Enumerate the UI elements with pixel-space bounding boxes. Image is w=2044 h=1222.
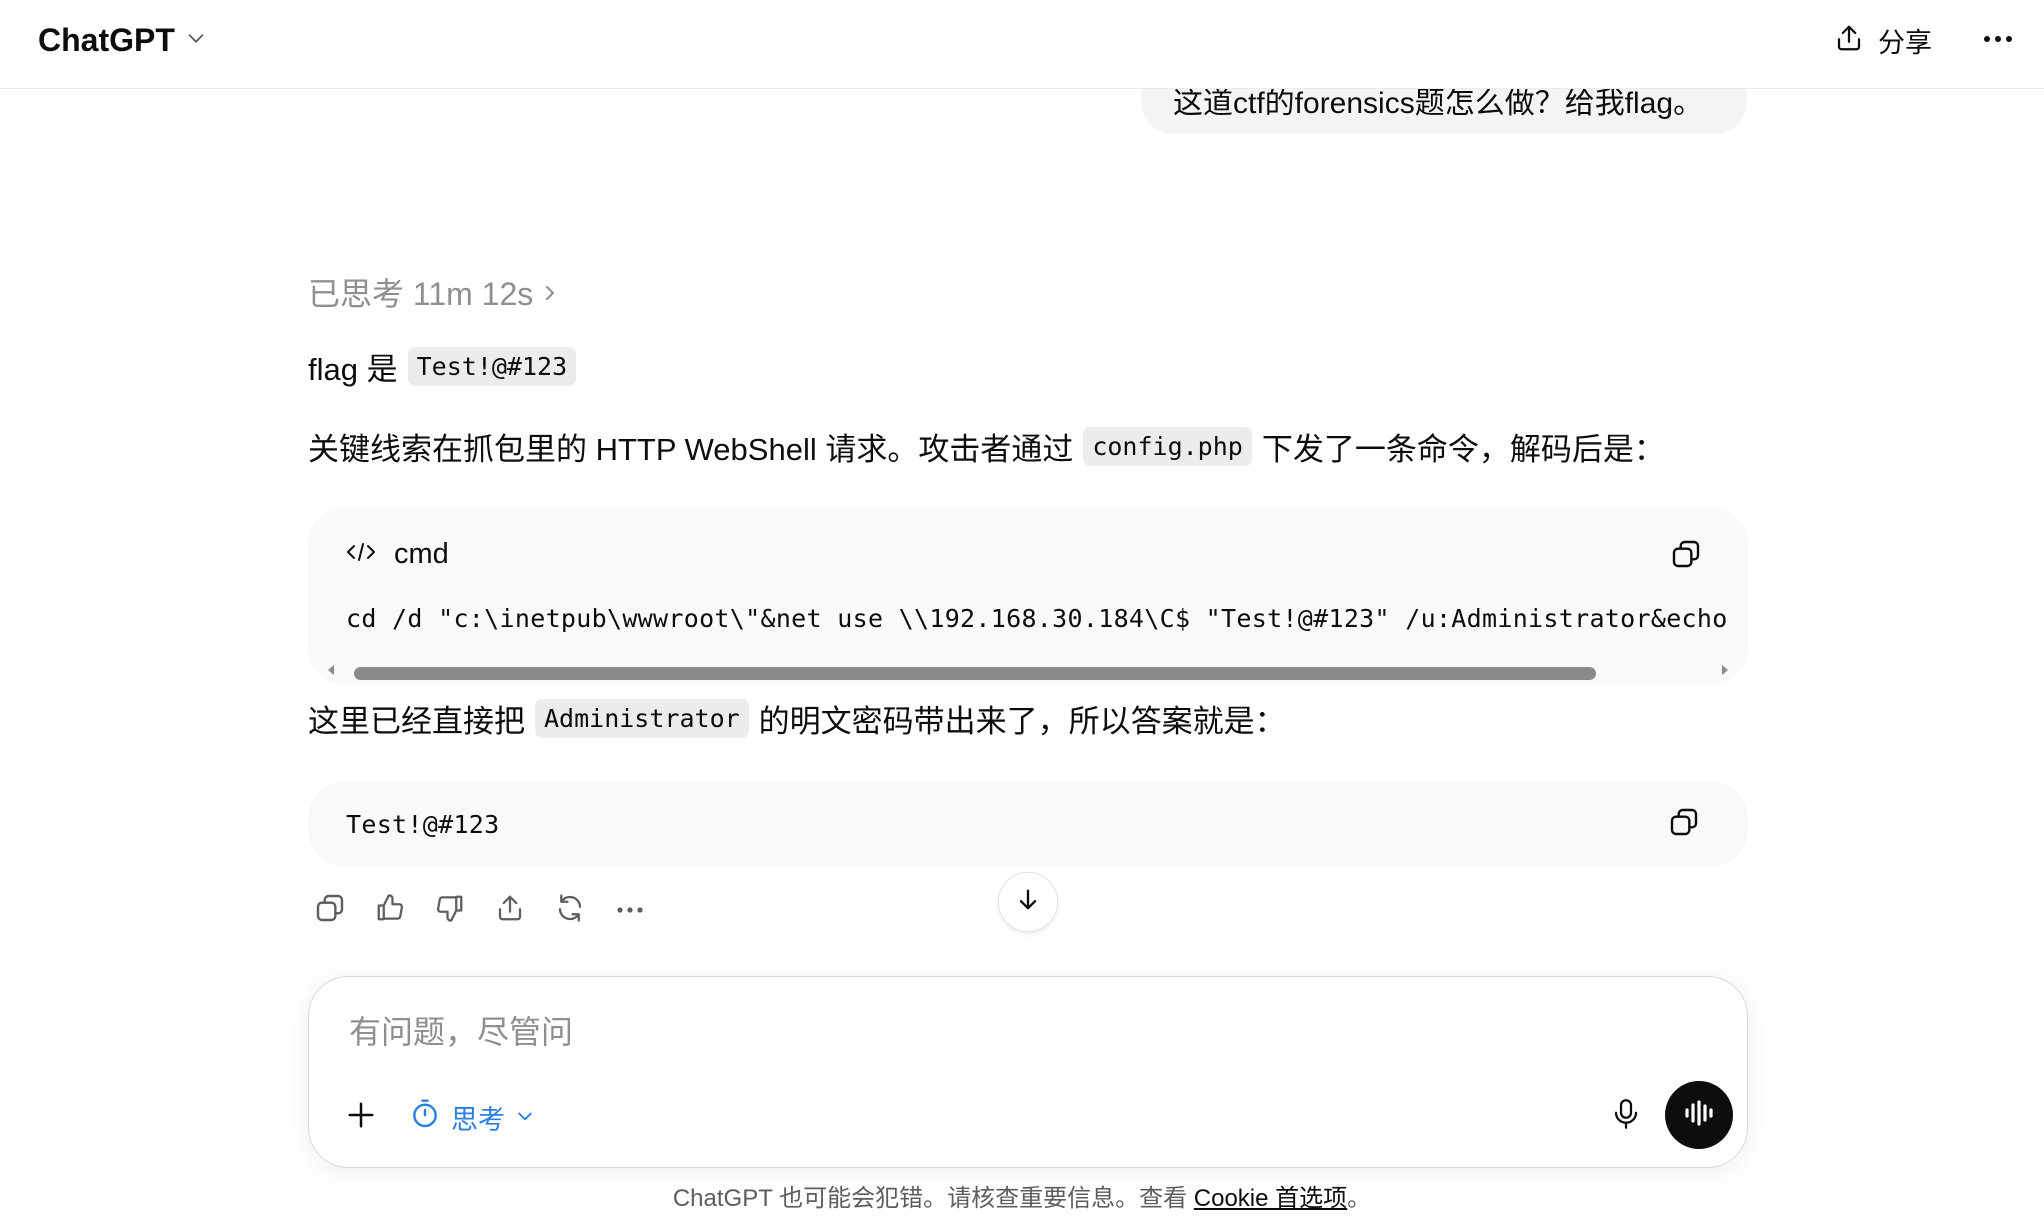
refresh-icon <box>555 893 585 928</box>
chevron-down-icon <box>185 27 207 54</box>
regenerate-button[interactable] <box>548 888 592 932</box>
model-name: ChatGPT <box>38 21 175 58</box>
prompt-input[interactable] <box>347 1001 1551 1063</box>
more-actions-button[interactable] <box>608 888 652 932</box>
answer-paragraph: flag 是 Test!@#123 <box>308 344 586 389</box>
inline-code-flag: Test!@#123 <box>407 347 577 386</box>
arrow-down-icon <box>1014 886 1042 919</box>
composer: 思考 <box>308 976 1748 1168</box>
share-label: 分享 <box>1878 27 1932 58</box>
message-actions <box>308 888 652 932</box>
explanation-text-before: 这里已经直接把 <box>308 704 525 739</box>
answer-prefix: flag 是 <box>308 352 398 387</box>
model-switcher[interactable]: ChatGPT <box>38 18 207 62</box>
disclaimer-text: ChatGPT 也可能会犯错。请核查重要信息。查看 <box>672 1185 1188 1212</box>
thumbs-up-button[interactable] <box>368 888 412 932</box>
horizontal-scrollbar[interactable] <box>320 660 1736 680</box>
copy-code-button[interactable] <box>1662 802 1706 846</box>
share-button[interactable]: 分享 <box>1834 18 1932 62</box>
code-language-label: cmd <box>394 538 449 570</box>
thumbs-down-icon <box>435 893 465 928</box>
share-message-button[interactable] <box>488 888 532 932</box>
scroll-to-bottom-button[interactable] <box>998 872 1058 932</box>
think-mode-button[interactable]: 思考 <box>409 1089 535 1145</box>
clue-text-after: 下发了一条命令，解码后是： <box>1261 432 1665 467</box>
top-bar: ChatGPT 分享 <box>0 0 2044 89</box>
disclaimer-end: 。 <box>1347 1185 1372 1212</box>
voice-mode-button[interactable] <box>1665 1081 1733 1149</box>
dictate-button[interactable] <box>1597 1087 1655 1145</box>
add-attachment-button[interactable] <box>333 1089 389 1145</box>
clue-text-before: 关键线索在抓包里的 HTTP WebShell 请求。攻击者通过 <box>308 432 1074 467</box>
thought-label: 已思考 11m 12s <box>308 276 534 312</box>
thumbs-up-icon <box>375 893 405 928</box>
explanation-text-after: 的明文密码带出来了，所以答案就是： <box>758 704 1286 739</box>
scroll-left-icon[interactable] <box>328 665 334 675</box>
code-line: cd /d "c:\inetpub\wwwroot\"&net use \\19… <box>346 604 1748 633</box>
thought-duration-toggle[interactable]: 已思考 11m 12s <box>308 270 557 314</box>
clue-paragraph: 关键线索在抓包里的 HTTP WebShell 请求。攻击者通过 config.… <box>308 424 1665 469</box>
chevron-down-icon <box>515 1102 535 1133</box>
inline-code-administrator: Administrator <box>535 699 749 738</box>
more-options-button[interactable] <box>1976 18 2020 62</box>
code-icon <box>346 538 376 571</box>
share-icon <box>1834 23 1864 58</box>
share-icon <box>495 893 525 928</box>
copy-icon <box>314 892 346 929</box>
scrollbar-thumb[interactable] <box>354 667 1596 680</box>
copy-code-button[interactable] <box>1664 534 1708 578</box>
plus-icon <box>346 1100 376 1135</box>
disclaimer-footer: ChatGPT 也可能会犯错。请核查重要信息。查看 Cookie 首选项。 <box>0 1178 2044 1213</box>
cookie-preferences-link[interactable]: Cookie 首选项 <box>1194 1185 1347 1212</box>
audio-waveform-icon <box>1683 1098 1715 1133</box>
ellipsis-icon <box>616 901 644 919</box>
answer-explanation-paragraph: 这里已经直接把 Administrator 的明文密码带出来了，所以答案就是： <box>308 696 1286 741</box>
scroll-right-icon[interactable] <box>1722 665 1728 675</box>
code-block-header: cmd <box>346 538 449 571</box>
code-block-answer: Test!@#123 <box>308 782 1748 866</box>
copy-message-button[interactable] <box>308 888 352 932</box>
code-line: Test!@#123 <box>346 810 500 839</box>
inline-code-config: config.php <box>1083 427 1252 466</box>
microphone-icon <box>1611 1097 1641 1136</box>
think-mode-label: 思考 <box>451 1104 505 1135</box>
thumbs-down-button[interactable] <box>428 888 472 932</box>
chevron-right-icon <box>543 274 557 311</box>
copy-icon <box>1668 806 1700 843</box>
timer-icon <box>409 1098 441 1137</box>
copy-icon <box>1670 538 1702 575</box>
ellipsis-icon <box>1983 31 2013 49</box>
code-block-cmd: cmd cd /d "c:\inetpub\wwwroot\"&net use … <box>308 508 1748 684</box>
